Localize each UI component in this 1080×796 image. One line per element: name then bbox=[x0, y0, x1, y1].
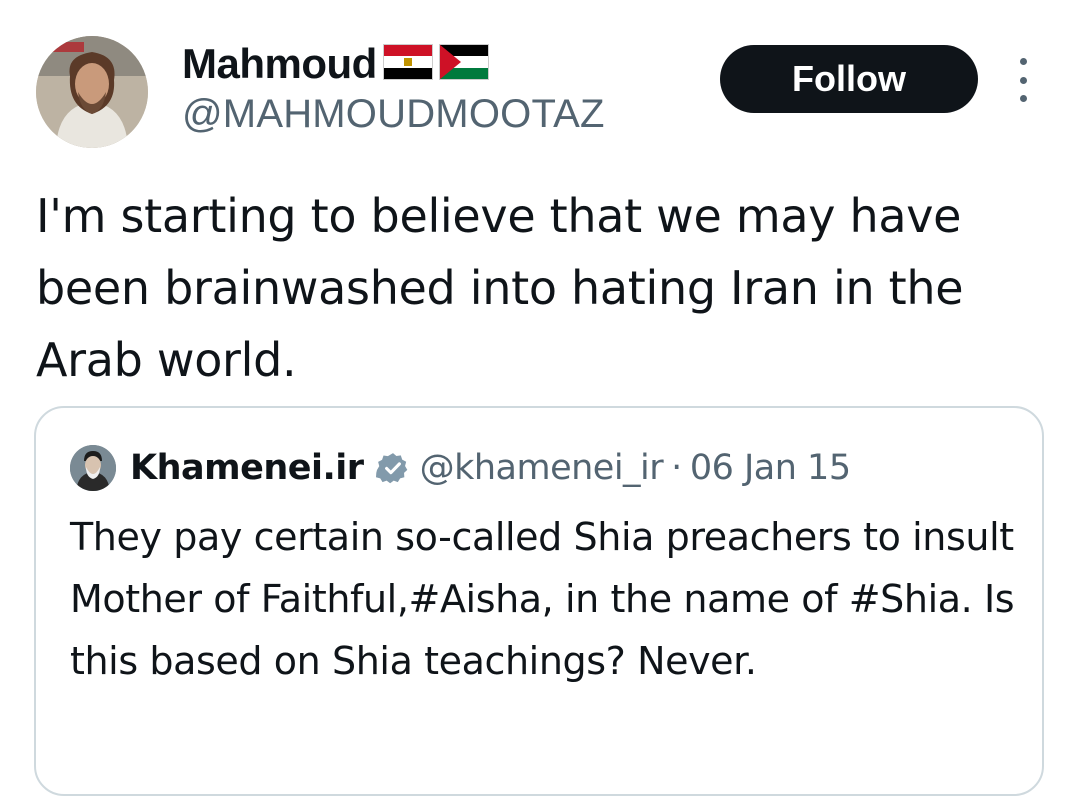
quoted-tweet-header: Khamenei.ir @khamenei_ir · 06 Jan 15 bbox=[70, 444, 851, 492]
verified-badge-icon bbox=[375, 451, 410, 485]
author-avatar[interactable] bbox=[36, 36, 148, 148]
quoted-author-handle[interactable]: @khamenei_ir bbox=[420, 448, 664, 488]
quoted-author-display-name[interactable]: Khamenei.ir bbox=[130, 448, 364, 488]
tweet-text: I'm starting to believe that we may have… bbox=[36, 189, 964, 387]
meta-separator: · bbox=[671, 448, 682, 488]
more-vertical-icon[interactable] bbox=[1008, 58, 1038, 102]
quoted-author-avatar[interactable] bbox=[70, 445, 116, 491]
more-dot bbox=[1019, 58, 1027, 65]
author-name-row: Mahmoud bbox=[182, 38, 489, 90]
palestine-flag-icon bbox=[438, 44, 489, 84]
author-handle[interactable]: @MAHMOUDMOOTAZ bbox=[182, 92, 605, 137]
follow-button[interactable]: Follow bbox=[720, 45, 978, 113]
author-display-name[interactable]: Mahmoud bbox=[182, 40, 377, 88]
profile-photo bbox=[70, 445, 116, 491]
quoted-tweet-card[interactable]: Khamenei.ir @khamenei_ir · 06 Jan 15 The… bbox=[34, 406, 1044, 796]
more-dot bbox=[1019, 76, 1027, 84]
more-dot bbox=[1019, 95, 1027, 102]
egypt-flag-icon bbox=[382, 44, 433, 84]
quoted-tweet-text: They pay certain so-called Shia preacher… bbox=[70, 515, 1015, 683]
quoted-tweet-date[interactable]: 06 Jan 15 bbox=[690, 448, 851, 488]
profile-photo bbox=[36, 36, 148, 148]
